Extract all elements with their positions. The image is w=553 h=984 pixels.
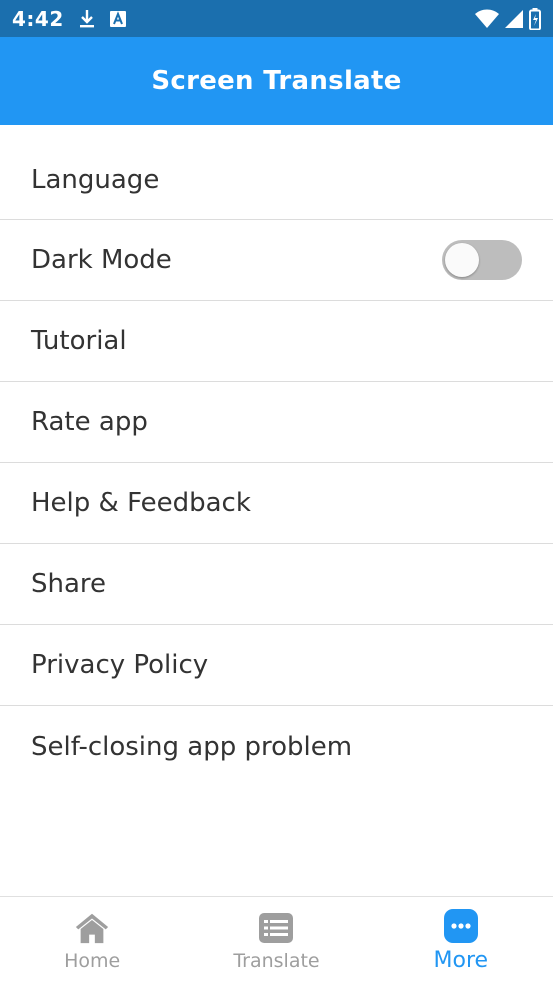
nav-more[interactable]: More — [369, 897, 553, 984]
signal-icon — [505, 9, 523, 29]
menu-item-label: Rate app — [31, 407, 148, 437]
menu-item-rate-app[interactable]: Rate app — [0, 382, 553, 463]
menu-item-tutorial[interactable]: Tutorial — [0, 301, 553, 382]
menu-item-label: Help & Feedback — [31, 488, 251, 518]
status-bar: 4:42 — [0, 0, 553, 37]
app-bar: Screen Translate — [0, 37, 553, 125]
settings-menu: Language Dark Mode Tutorial Rate app Hel… — [0, 140, 553, 787]
menu-item-label: Privacy Policy — [31, 650, 209, 680]
menu-item-privacy-policy[interactable]: Privacy Policy — [0, 625, 553, 706]
nav-label-home: Home — [64, 949, 121, 972]
a-badge-icon — [109, 10, 126, 27]
wifi-icon — [475, 9, 499, 29]
nav-translate[interactable]: Translate — [184, 897, 368, 984]
toggle-knob — [445, 243, 479, 277]
bottom-nav: Home Translate More — [0, 896, 553, 984]
menu-item-dark-mode[interactable]: Dark Mode — [0, 220, 553, 301]
menu-item-label: Dark Mode — [31, 245, 172, 275]
menu-item-label: Self-closing app problem — [31, 731, 353, 762]
download-icon — [78, 9, 96, 29]
menu-item-label: Language — [31, 164, 160, 195]
translate-list-icon — [258, 910, 294, 946]
nav-label-translate: Translate — [233, 949, 320, 972]
menu-item-label: Tutorial — [31, 326, 127, 356]
more-icon — [443, 908, 479, 944]
status-time: 4:42 — [12, 6, 64, 31]
page-title: Screen Translate — [151, 66, 402, 96]
nav-label-more: More — [433, 948, 489, 973]
dark-mode-toggle[interactable] — [442, 240, 522, 280]
menu-item-share[interactable]: Share — [0, 544, 553, 625]
home-icon — [74, 910, 110, 946]
menu-item-language[interactable]: Language — [0, 140, 553, 220]
nav-home[interactable]: Home — [0, 897, 184, 984]
menu-item-self-closing-problem[interactable]: Self-closing app problem — [0, 706, 553, 787]
menu-item-label: Share — [31, 569, 107, 599]
menu-item-help-feedback[interactable]: Help & Feedback — [0, 463, 553, 544]
battery-icon — [529, 7, 541, 30]
